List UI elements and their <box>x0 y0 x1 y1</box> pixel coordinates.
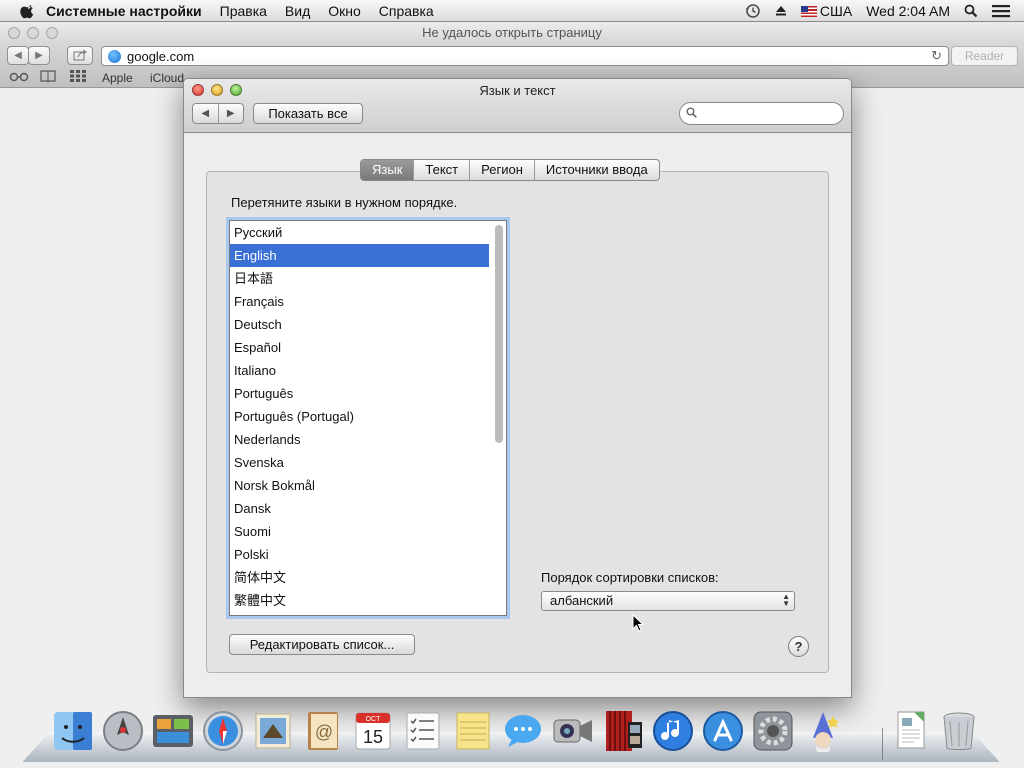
calendar-icon[interactable]: OCT 15 <box>350 708 396 754</box>
safari-window-title: Не удалось открыть страницу <box>422 25 602 40</box>
forward-icon[interactable]: ▶ <box>28 46 50 65</box>
finder-icon[interactable] <box>50 708 96 754</box>
input-source-menu[interactable]: США <box>800 2 853 19</box>
language-item-russian[interactable]: Русский <box>230 221 489 244</box>
safari-zoom-button[interactable] <box>46 27 58 39</box>
show-all-button[interactable]: Показать все <box>253 103 363 124</box>
launchpad-icon[interactable] <box>100 708 146 754</box>
photo-booth-icon[interactable] <box>600 708 646 754</box>
language-item-french[interactable]: Français <box>230 290 489 313</box>
sort-order-label: Порядок сортировки списков: <box>541 570 719 585</box>
menu-help[interactable]: Справка <box>379 3 434 19</box>
language-item-chinese-traditional[interactable]: 繁體中文 <box>230 589 489 612</box>
safari-toolbar: ◀ ▶ google.com ↻ Reader <box>0 44 1024 68</box>
menu-app-name[interactable]: Системные настройки <box>46 3 202 19</box>
language-item-english[interactable]: English <box>230 244 489 267</box>
itunes-icon[interactable] <box>650 708 696 754</box>
tab-bar: Язык Текст Регион Источники ввода <box>360 159 660 181</box>
drag-instruction-label: Перетяните языки в нужном порядке. <box>231 195 458 210</box>
search-input[interactable] <box>702 106 838 121</box>
help-button[interactable]: ? <box>788 636 809 657</box>
reader-button[interactable]: Reader <box>951 46 1018 66</box>
popup-arrows-icon: ▲ ▼ <box>782 592 790 608</box>
sort-order-popup[interactable]: албанский ▲ ▼ <box>541 591 795 611</box>
globe-icon <box>108 49 121 63</box>
menu-view[interactable]: Вид <box>285 3 310 19</box>
language-item-italian[interactable]: Italiano <box>230 359 489 382</box>
share-icon[interactable] <box>67 46 93 65</box>
tab-input-sources[interactable]: Источники ввода <box>533 160 659 180</box>
reading-list-icon[interactable] <box>9 70 29 85</box>
language-item-chinese-simplified[interactable]: 简体中文 <box>230 566 489 589</box>
forward-arrow-icon[interactable]: ▶ <box>217 104 244 123</box>
calendar-month: OCT <box>366 716 382 723</box>
wizard-icon[interactable] <box>800 708 846 754</box>
bookmarks-book-icon[interactable] <box>40 70 56 85</box>
facetime-icon[interactable] <box>550 708 596 754</box>
top-sites-grid-icon[interactable] <box>70 70 86 85</box>
svg-text:@: @ <box>315 722 333 742</box>
language-item-swedish[interactable]: Svenska <box>230 451 489 474</box>
calendar-day: 15 <box>363 727 383 747</box>
tab-language[interactable]: Язык <box>361 160 414 180</box>
language-item-german[interactable]: Deutsch <box>230 313 489 336</box>
language-item-norwegian[interactable]: Norsk Bokmål <box>230 474 489 497</box>
input-source-label: США <box>819 2 853 19</box>
menu-window[interactable]: Окно <box>328 3 361 19</box>
address-bar[interactable]: google.com ↻ <box>101 46 949 66</box>
dock: @ OCT 15 <box>22 708 1000 764</box>
dock-separator <box>882 728 883 760</box>
reminders-icon[interactable] <box>400 708 446 754</box>
menu-bar: Системные настройки Правка Вид Окно Спра… <box>0 0 1024 22</box>
back-arrow-icon[interactable]: ◀ <box>193 104 218 123</box>
eject-icon[interactable] <box>775 5 787 17</box>
language-item-japanese[interactable]: 日本語 <box>230 267 489 290</box>
language-item-finnish[interactable]: Suomi <box>230 520 489 543</box>
menu-edit[interactable]: Правка <box>220 3 267 19</box>
language-list[interactable]: Русский English 日本語 Français Deutsch Esp… <box>229 220 507 616</box>
language-item-spanish[interactable]: Español <box>230 336 489 359</box>
reload-icon[interactable]: ↻ <box>931 48 942 64</box>
mission-control-icon[interactable] <box>150 708 196 754</box>
safari-close-button[interactable] <box>8 27 20 39</box>
window-title: Язык и текст <box>479 83 556 98</box>
apple-icon[interactable] <box>18 2 38 20</box>
list-scrollbar[interactable] <box>495 225 503 443</box>
language-item-dutch[interactable]: Nederlands <box>230 428 489 451</box>
trash-icon[interactable] <box>936 708 982 754</box>
notes-icon[interactable] <box>450 708 496 754</box>
language-item-polish[interactable]: Polski <box>230 543 489 566</box>
language-item-portuguese[interactable]: Português <box>230 382 489 405</box>
safari-icon[interactable] <box>200 708 246 754</box>
tab-region[interactable]: Регион <box>469 160 534 180</box>
spotlight-search-icon[interactable] <box>964 4 978 18</box>
search-icon <box>686 107 697 118</box>
messages-icon[interactable] <box>500 708 546 754</box>
back-icon[interactable]: ◀ <box>7 46 29 65</box>
language-text-window: Язык и текст ◀ ▶ Показать все Язык Текст… <box>183 78 852 698</box>
menu-clock[interactable]: Wed 2:04 AM <box>866 3 950 19</box>
bookmark-apple[interactable]: Apple <box>102 71 133 85</box>
preview-document-icon[interactable] <box>888 708 934 754</box>
sort-order-value: албанский <box>550 593 614 608</box>
safari-minimize-button[interactable] <box>27 27 39 39</box>
mail-icon[interactable] <box>250 708 296 754</box>
address-text: google.com <box>127 48 195 64</box>
language-item-danish[interactable]: Dansk <box>230 497 489 520</box>
mouse-cursor-icon <box>632 614 644 632</box>
app-store-icon[interactable] <box>700 708 746 754</box>
language-item-portuguese-portugal[interactable]: Português (Portugal) <box>230 405 489 428</box>
edit-list-button[interactable]: Редактировать список... <box>229 634 415 655</box>
contacts-icon[interactable]: @ <box>300 708 346 754</box>
system-preferences-icon[interactable] <box>750 708 796 754</box>
us-flag-icon <box>800 6 817 18</box>
history-nav: ◀ ▶ <box>192 103 244 124</box>
safari-titlebar: Не удалось открыть страницу <box>0 22 1024 44</box>
time-machine-icon[interactable] <box>745 3 761 19</box>
search-field[interactable] <box>679 102 844 125</box>
tab-text[interactable]: Текст <box>413 160 469 180</box>
prefs-titlebar: Язык и текст ◀ ▶ Показать все <box>184 79 851 133</box>
notification-center-icon[interactable] <box>992 4 1010 18</box>
bookmark-icloud[interactable]: iCloud <box>150 71 184 85</box>
